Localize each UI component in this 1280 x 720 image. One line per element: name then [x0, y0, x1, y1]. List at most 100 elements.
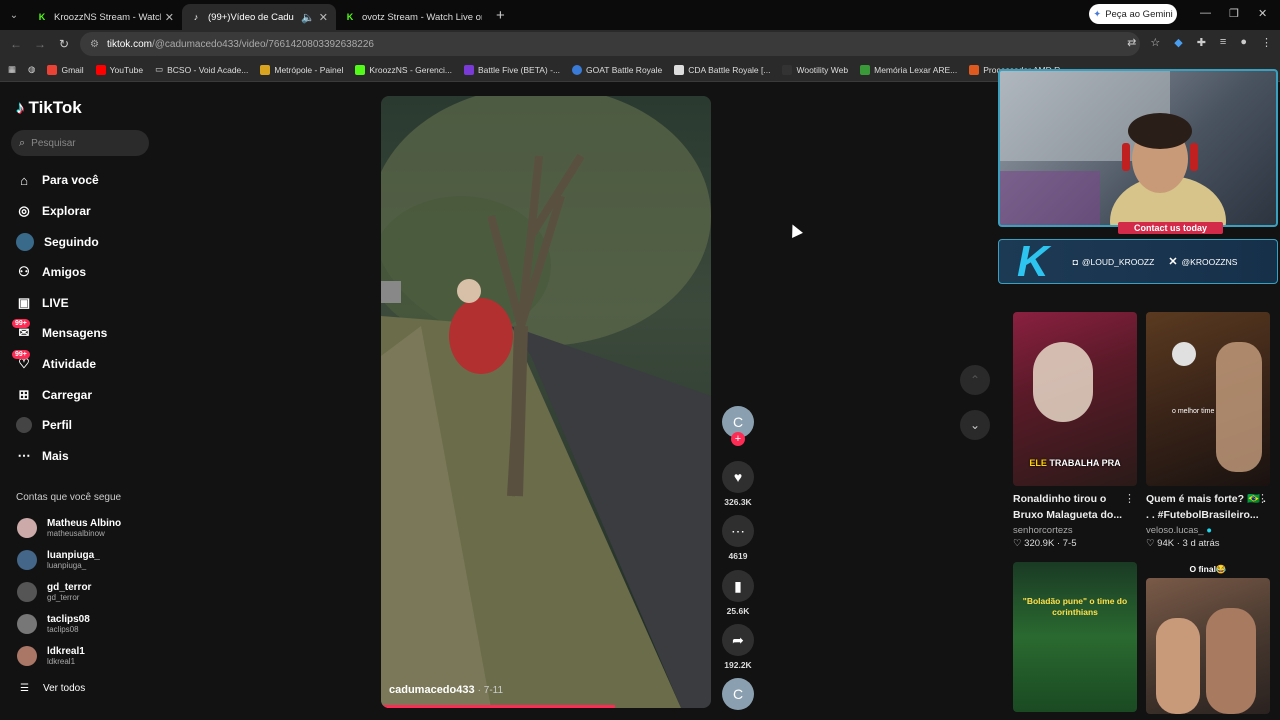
tab-title: KroozzNS Stream - Watch Live [54, 11, 161, 23]
nav-live[interactable]: ▣ LIVE [16, 295, 69, 311]
save-count: 25.6K [726, 606, 750, 616]
video-thumbnail: ELE TRABALHA PRA [1013, 312, 1137, 486]
mute-tab-icon[interactable]: 🔈 [301, 11, 315, 24]
video-author[interactable]: cadumacedo433 · 7-11 [389, 684, 503, 696]
reload-icon[interactable]: ↻ [52, 37, 76, 51]
recommended-video[interactable]: o melhor time Quem é mais forte? 🇧🇷 . . … [1146, 312, 1270, 549]
webcam-feed [998, 69, 1278, 227]
nav-explorar[interactable]: ◎ Explorar [16, 203, 90, 219]
site-info-icon[interactable]: ⚙ [90, 39, 99, 50]
gmail-icon [47, 64, 58, 75]
account-name: taclips08 [47, 614, 90, 625]
webcam-image [1000, 71, 1226, 225]
account-handle: taclips08 [47, 625, 79, 634]
profile-avatar-icon[interactable]: ● [1240, 36, 1247, 49]
bookmark-kroozzns[interactable]: KroozzNS - Gerenci... [355, 64, 453, 75]
extension-icon[interactable]: ◆ [1174, 36, 1182, 49]
comment-button[interactable]: ⋯ 4619 [722, 515, 754, 561]
address-bar[interactable]: ⚙ tiktok.com/@cadumacedo433/video/766142… [80, 32, 1140, 56]
minimize-icon[interactable]: — [1200, 7, 1211, 19]
followed-account[interactable]: luanpiuga_ luanpiuga_ [17, 550, 100, 570]
tab-search-icon[interactable]: ⌄ [0, 10, 28, 21]
recommended-video[interactable]: O final😂 [1146, 562, 1270, 714]
browser-tab-3[interactable]: K ovotz Stream - Watch Live on K [336, 4, 490, 30]
see-all-link[interactable]: ☰ Ver todos [20, 683, 85, 694]
translate-icon[interactable]: ⇄ [1127, 36, 1136, 49]
card-date: 3 d atrás [1182, 538, 1220, 549]
chrome-menu-icon[interactable]: ⋮ [1261, 36, 1272, 49]
forward-icon[interactable]: → [28, 37, 52, 51]
search-icon: ⌕ [19, 136, 26, 149]
video-progress-bar[interactable] [381, 705, 616, 708]
recommended-video[interactable]: ELE TRABALHA PRA Ronaldinho tirou o Brux… [1013, 312, 1137, 549]
tiktok-logo[interactable]: ♪ TikTok [16, 98, 82, 118]
bookmark-metropole[interactable]: Metrópole - Painel [260, 64, 343, 75]
bookmark-goat[interactable]: GOAT Battle Royale [572, 64, 662, 75]
nav-mais[interactable]: ⋯ Mais [16, 448, 69, 464]
bookmark-lexar[interactable]: Memória Lexar ARE... [860, 64, 957, 75]
followed-account[interactable]: gd_terror gd_terror [17, 582, 91, 602]
account-name: Matheus Albino [47, 518, 122, 529]
bookmark-label: KroozzNS - Gerenci... [369, 64, 453, 75]
close-tab-icon[interactable]: ✕ [319, 11, 328, 24]
search-input[interactable]: ⌕ Pesquisar [11, 130, 149, 156]
browser-tab-1[interactable]: K KroozzNS Stream - Watch Live ✕ [28, 4, 182, 30]
browser-tab-2[interactable]: ♪ (99+)Vídeo de Cadu Macedo 🔈 ✕ [182, 4, 336, 30]
followed-account[interactable]: ldkreal1 ldkreal1 [17, 646, 85, 666]
nav-perfil[interactable]: Perfil [16, 417, 72, 433]
nav-mensagens[interactable]: ✉ 99+ Mensagens [12, 319, 107, 341]
close-window-icon[interactable]: ✕ [1258, 7, 1267, 20]
bookmark-star-icon[interactable]: ☆ [1150, 36, 1160, 49]
nav-para-voce[interactable]: ⌂ Para você [16, 172, 99, 188]
gemini-sparkle-icon: ✦ [1093, 8, 1102, 20]
save-button[interactable]: ▮ 25.6K [722, 570, 754, 616]
avatar-letter: C [732, 414, 744, 430]
bookmark-bcso[interactable]: ▭ BCSO - Void Acade... [155, 64, 248, 75]
bookmark-youtube[interactable]: YouTube [95, 64, 143, 75]
nav-seguindo[interactable]: Seguindo [16, 233, 99, 251]
video-thumbnail: o melhor time [1146, 312, 1270, 486]
followed-account[interactable]: Matheus Albino matheusalbinow [17, 518, 121, 538]
next-video-button[interactable]: ⌄ [960, 410, 990, 440]
bookmark-label: Gmail [61, 64, 84, 75]
brand-logo: K [1017, 237, 1049, 286]
avatar [17, 550, 37, 570]
back-icon[interactable]: ← [4, 37, 28, 51]
compass-icon: ◎ [18, 203, 30, 218]
list-icon: ☰ [20, 683, 29, 694]
followed-account[interactable]: taclips08 taclips08 [17, 614, 90, 634]
bookmark-battle-five[interactable]: Battle Five (BETA) -... [464, 64, 560, 75]
media-icon[interactable]: ≡ [1220, 36, 1226, 49]
nav-carregar[interactable]: ⊞ Carregar [16, 387, 92, 403]
bookmark-gmail[interactable]: Gmail [47, 64, 84, 75]
close-tab-icon[interactable]: ✕ [165, 11, 174, 24]
like-button[interactable]: ♥ 326.3K [722, 461, 754, 507]
recommended-video[interactable]: "Boladão pune" o time do corinthians [1013, 562, 1137, 712]
bookmark-cda[interactable]: CDA Battle Royale [... [674, 64, 771, 75]
chevron-up-icon: ⌃ [969, 373, 981, 387]
globe-icon[interactable]: ◍ [28, 64, 35, 75]
apps-grid-icon[interactable]: ▦ [8, 64, 16, 75]
share-button[interactable]: ➦ 192.2K [722, 624, 754, 670]
bookmark-label: CDA Battle Royale [... [688, 64, 771, 75]
new-tab-button[interactable]: + [496, 7, 505, 24]
x-logo-icon: ✕ [1168, 256, 1178, 268]
gemini-button[interactable]: ✦ Peça ao Gemini [1089, 4, 1177, 24]
nav-amigos[interactable]: ⚇ Amigos [16, 264, 86, 280]
more-options-icon[interactable]: ⋮ [1257, 492, 1268, 505]
nav-label: LIVE [42, 296, 69, 310]
friends-icon: ⚇ [18, 264, 30, 279]
more-options-icon[interactable]: ⋮ [1124, 492, 1135, 505]
restore-icon[interactable]: ❐ [1229, 7, 1239, 20]
follow-plus-icon[interactable]: + [731, 432, 745, 446]
puzzle-icon[interactable]: ✚ [1197, 36, 1206, 49]
sound-avatar-button[interactable]: C [722, 678, 754, 710]
share-count: 192.2K [724, 660, 752, 670]
account-name: ldkreal1 [47, 646, 85, 657]
nav-label: Amigos [42, 265, 87, 279]
author-avatar-button[interactable]: C + [722, 406, 754, 446]
nav-atividade[interactable]: ♡ 99+ Atividade [12, 350, 96, 372]
bookmark-wootility[interactable]: Wootility Web [782, 64, 848, 75]
video-player[interactable]: cadumacedo433 · 7-11 [381, 96, 711, 708]
previous-video-button[interactable]: ⌃ [960, 365, 990, 395]
